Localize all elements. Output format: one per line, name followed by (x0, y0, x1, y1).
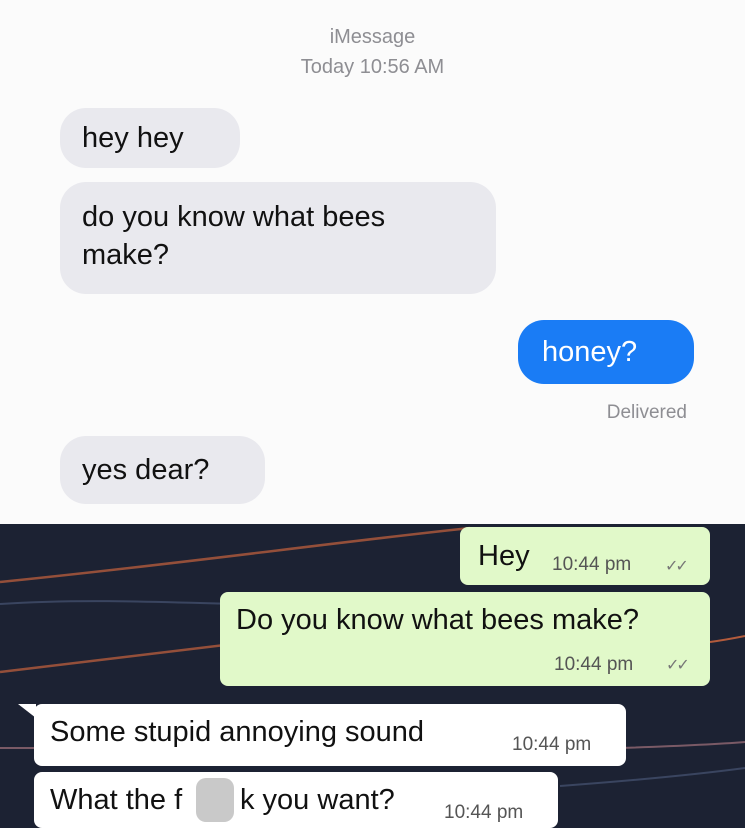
chat-bubble-hey[interactable]: Hey 10:44 pm ✓✓ (460, 527, 710, 585)
message-text-continued: k you want? (240, 784, 395, 816)
imessage-screenshot: iMessage Today 10:56 AM hey hey do you k… (0, 0, 745, 524)
chat-bubble-stupid-sound[interactable]: Some stupid annoying sound 10:44 pm (34, 704, 626, 766)
message-text: Hey (478, 540, 530, 572)
message-time: 10:44 pm (512, 734, 592, 755)
message-text: Some stupid annoying sound (50, 716, 425, 748)
message-text: What the f (50, 784, 183, 816)
censor-blur (196, 778, 234, 822)
message-bubble-hey-hey[interactable]: hey hey (60, 108, 240, 168)
message-time: 10:44 pm (554, 654, 634, 675)
chat-bubble-bees-question[interactable]: Do you know what bees make? 10:44 pm ✓✓ (220, 592, 710, 686)
bubble-tail (18, 704, 36, 718)
whatsapp-screenshot: Hey 10:44 pm ✓✓ Do you know what bees ma… (0, 524, 745, 828)
message-bubble-honey[interactable]: honey? (518, 320, 694, 384)
message-bubble-bees-question[interactable]: do you know what bees make? (60, 182, 496, 294)
message-text: yes dear? (82, 454, 210, 486)
message-text: honey? (542, 336, 638, 368)
message-text: do you know what bees make? (82, 201, 386, 271)
chat-bubble-what-you-want[interactable]: What the f k you want? 10:44 pm (34, 772, 558, 828)
message-time: 10:44 pm (444, 802, 524, 823)
message-text: hey hey (82, 122, 184, 154)
conversation-timestamp: Today 10:56 AM (300, 56, 445, 78)
service-label: iMessage (329, 26, 416, 48)
message-time: 10:44 pm (552, 554, 632, 575)
read-receipt-icon: ✓✓ (666, 657, 690, 674)
read-receipt-icon: ✓✓ (665, 558, 689, 575)
message-text: Do you know what bees make? (236, 604, 639, 636)
delivery-status: Delivered (606, 402, 687, 423)
message-bubble-yes-dear[interactable]: yes dear? (60, 436, 265, 504)
